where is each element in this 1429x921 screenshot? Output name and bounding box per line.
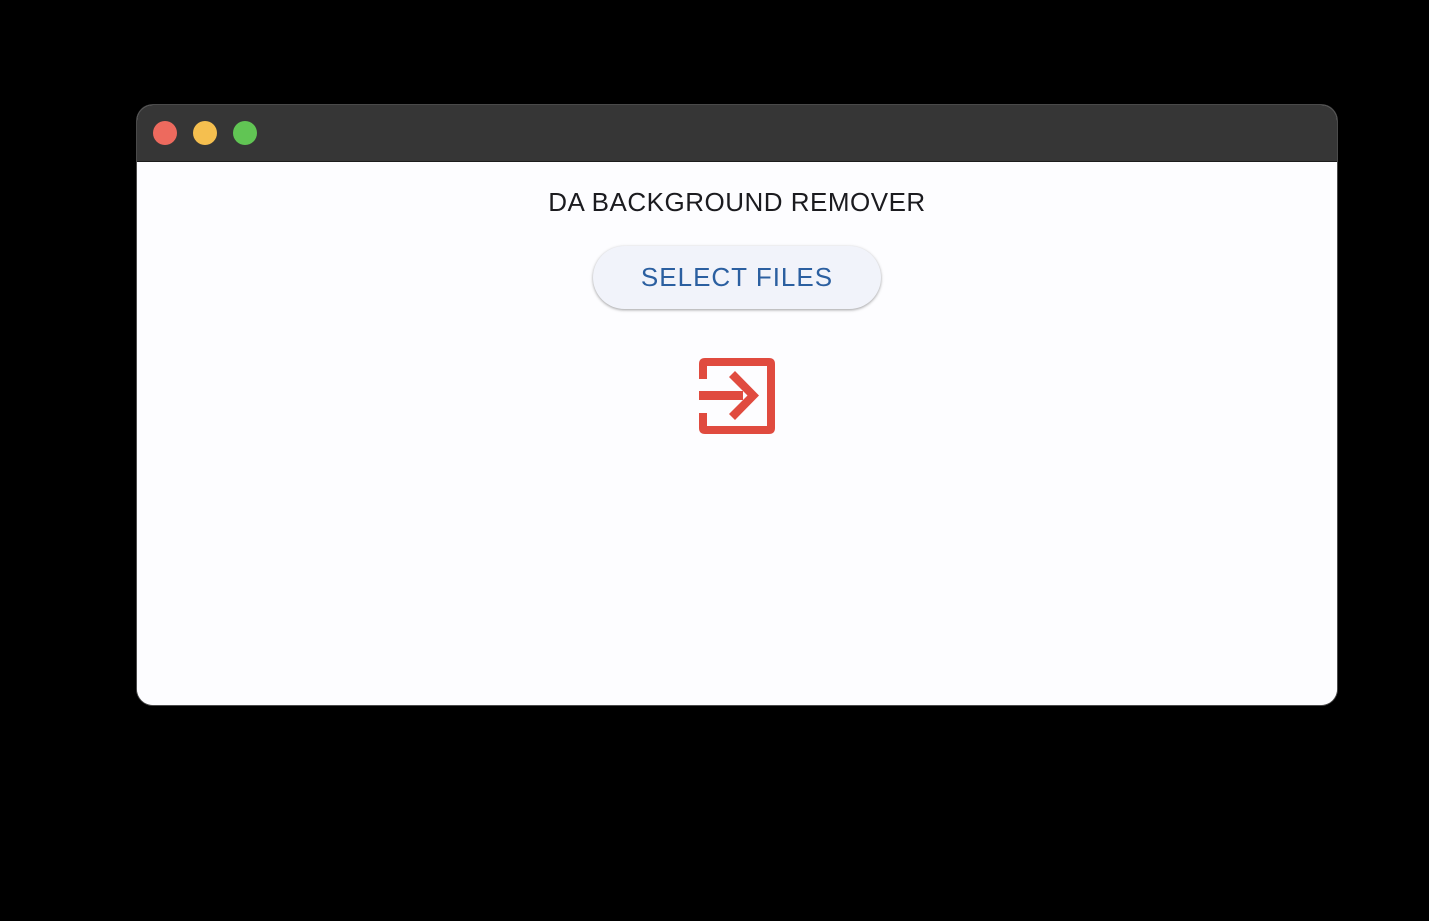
title-bar[interactable] [137, 105, 1337, 162]
app-title: DA BACKGROUND REMOVER [548, 187, 926, 217]
minimize-window-button[interactable] [193, 121, 217, 145]
input-arrow-shaft [699, 391, 743, 400]
main-content: DA BACKGROUND REMOVER SELECT FILES [137, 162, 1337, 705]
close-window-button[interactable] [153, 121, 177, 145]
zoom-window-button[interactable] [233, 121, 257, 145]
select-files-button[interactable]: SELECT FILES [593, 246, 881, 309]
app-window: DA BACKGROUND REMOVER SELECT FILES [137, 105, 1337, 705]
input-arrow-icon[interactable] [698, 357, 776, 435]
